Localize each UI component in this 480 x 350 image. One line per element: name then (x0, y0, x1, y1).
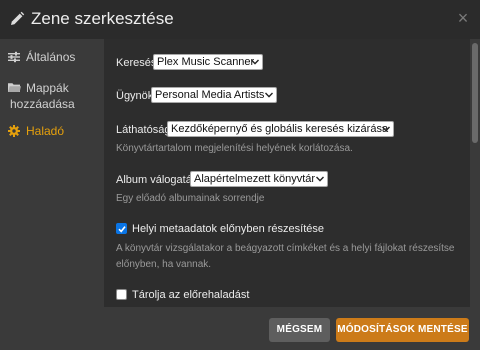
chevron-down-icon (251, 59, 259, 65)
sidebar-item-label-line2: hozzáadása (10, 97, 75, 111)
dialog-title: Zene szerkesztése (31, 9, 174, 28)
sidebar-item-advanced[interactable]: Haladó (0, 123, 104, 139)
edit-music-dialog: Zene szerkesztése × Általános Mappák hoz… (0, 0, 480, 350)
visibility-label: Láthatóság (116, 124, 171, 136)
cancel-button[interactable]: MÉGSEM (269, 318, 330, 342)
scanner-select-value: Plex Music Scanner (157, 56, 255, 68)
search-label: Keresés (116, 57, 157, 69)
album-sort-select[interactable]: Alapértelmezett könyvtár (190, 171, 328, 187)
sidebar-item-general[interactable]: Általános (0, 49, 104, 65)
gear-icon (8, 125, 20, 137)
prefer-local-metadata-checkbox[interactable] (116, 223, 127, 234)
album-sort-select-value: Alapértelmezett könyvtár (194, 173, 316, 185)
prefer-local-metadata-help-text: A könyvtár vizsgálatakor a beágyazott cí… (116, 243, 455, 270)
store-progress-checkbox[interactable] (116, 289, 127, 300)
album-sort-label: Album válogatás (116, 174, 198, 186)
agent-select-value: Personal Media Artists (155, 89, 265, 101)
sidebar-item-label: Haladó (26, 124, 65, 138)
sidebar-item-label: Mappák (26, 81, 69, 95)
chevron-down-icon (382, 126, 390, 132)
scanner-select[interactable]: Plex Music Scanner (153, 54, 263, 70)
agent-select[interactable]: Personal Media Artists (151, 87, 277, 103)
chevron-down-icon (316, 176, 324, 182)
prefer-local-metadata-label[interactable]: Helyi metaadatok előnyben részesítése (132, 222, 324, 236)
chevron-down-icon (265, 92, 273, 98)
settings-scrollbar[interactable] (472, 39, 478, 307)
sidebar-item-label: Általános (26, 50, 76, 64)
folder-icon (8, 83, 21, 92)
visibility-select[interactable]: Kezdőképernyő és globális keresés kizárá… (167, 121, 394, 137)
close-icon[interactable]: × (454, 9, 472, 27)
album-sort-help-text: Egy előadó albumainak sorrendje (116, 193, 265, 204)
advanced-settings-panel: Keresés Plex Music Scanner Ügynök Person… (104, 39, 470, 307)
visibility-help-text: Könyvtártartalom megjelenítési helyének … (116, 143, 353, 154)
checkmark-icon (118, 226, 126, 233)
sidebar-item-add-folders[interactable]: Mappák hozzáadása (0, 80, 104, 112)
dialog-header: Zene szerkesztése × (0, 0, 480, 39)
store-progress-label[interactable]: Tárolja az előrehaladást (132, 288, 249, 302)
agent-label: Ügynök (116, 90, 154, 102)
visibility-select-value: Kezdőképernyő és globális keresés kizárá… (171, 123, 389, 135)
scrollbar-thumb[interactable] (472, 43, 478, 143)
dialog-footer: MÉGSEM MÓDOSÍTÁSOK MENTÉSE (0, 307, 480, 350)
pencil-icon (11, 11, 25, 25)
settings-sidebar: Általános Mappák hozzáadása Haladó (0, 39, 104, 307)
sliders-icon (8, 51, 20, 63)
save-changes-button[interactable]: MÓDOSÍTÁSOK MENTÉSE (336, 318, 469, 342)
